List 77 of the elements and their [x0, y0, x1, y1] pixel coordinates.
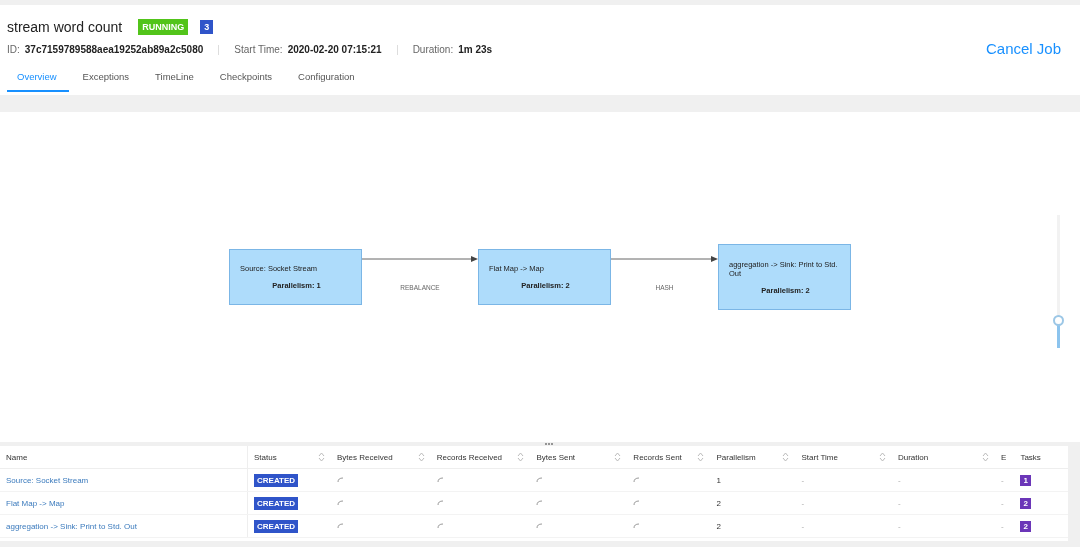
- column-title: Records Sent: [633, 452, 682, 462]
- column-title: Bytes Sent: [536, 452, 576, 462]
- status-badge: RUNNING: [138, 19, 189, 35]
- column-title: Bytes Received: [337, 452, 393, 462]
- loading-icon: [436, 476, 444, 483]
- status-badge: CREATED: [254, 496, 299, 510]
- vertex-name-link[interactable]: Flat Map -> Map: [6, 498, 65, 508]
- start-time: 2020-02-20 07:15:21: [287, 44, 382, 55]
- loading-icon: [633, 499, 641, 506]
- sort-icon[interactable]: [697, 452, 705, 462]
- vertex-name-link[interactable]: Source: Socket Stream: [6, 475, 89, 485]
- duration: 1m 23s: [458, 44, 493, 55]
- loading-icon: [337, 476, 344, 483]
- column-header[interactable]: Records Received: [430, 446, 531, 469]
- column-header[interactable]: Tasks: [1014, 446, 1068, 469]
- loading-icon: [337, 522, 344, 529]
- table-cell: 1: [710, 468, 796, 492]
- sort-icon[interactable]: [517, 452, 525, 462]
- sort-icon[interactable]: [782, 452, 790, 462]
- tab[interactable]: Checkpoints: [209, 67, 285, 92]
- table-cell: -: [891, 514, 995, 538]
- status-badge: CREATED: [254, 473, 299, 487]
- table-cell: -: [994, 514, 1015, 538]
- id-label: ID:: [7, 44, 20, 55]
- column-title: E: [1000, 452, 1007, 462]
- column-title: Start Time: [801, 452, 838, 462]
- job-id: 37c7159789588aea19252ab89a2c5080: [24, 44, 204, 55]
- task-count-badge: 2: [1020, 520, 1031, 532]
- column-header[interactable]: Start Time: [795, 446, 892, 469]
- vertex-name-link[interactable]: aggregation -> Sink: Print to Std. Out: [6, 521, 137, 531]
- column-header[interactable]: Bytes Sent: [530, 446, 628, 469]
- column-title: Duration: [897, 452, 929, 462]
- column-header[interactable]: Name: [0, 446, 248, 469]
- table-cell: -: [795, 491, 892, 515]
- loading-icon: [633, 522, 641, 529]
- sort-icon[interactable]: [878, 452, 886, 462]
- column-header[interactable]: Parallelism: [710, 446, 796, 469]
- status-badge: CREATED: [254, 519, 299, 533]
- loading-icon: [436, 499, 444, 506]
- table-cell: -: [891, 491, 995, 515]
- sort-icon[interactable]: [981, 452, 989, 462]
- column-title: Tasks: [1020, 452, 1041, 462]
- start-time-label: Start Time:: [234, 44, 283, 55]
- count-badge: 3: [200, 20, 214, 34]
- sort-icon[interactable]: [614, 452, 622, 462]
- loading-icon: [536, 499, 544, 506]
- table-cell: -: [795, 468, 892, 492]
- table-cell: 2: [710, 514, 796, 538]
- table-cell: -: [994, 491, 1015, 515]
- tab[interactable]: Configuration: [288, 67, 367, 92]
- tab[interactable]: TimeLine: [145, 67, 206, 92]
- column-header[interactable]: Status: [247, 446, 331, 469]
- column-header[interactable]: Duration: [891, 446, 995, 469]
- column-title: Status: [254, 452, 277, 462]
- loading-icon: [536, 476, 544, 483]
- sort-icon[interactable]: [318, 452, 325, 462]
- tab[interactable]: Exceptions: [72, 67, 142, 92]
- table-cell: -: [891, 468, 995, 492]
- column-title: Name: [6, 452, 28, 462]
- loading-icon: [337, 499, 344, 506]
- column-header[interactable]: E: [994, 446, 1015, 469]
- job-title: stream word count: [7, 19, 123, 35]
- loading-icon: [633, 476, 641, 483]
- column-header[interactable]: Records Sent: [627, 446, 711, 469]
- loading-icon: [536, 522, 544, 529]
- loading-icon: [436, 522, 444, 529]
- column-title: Records Received: [436, 452, 503, 462]
- zoom-slider-handle[interactable]: [1053, 315, 1064, 327]
- task-count-badge: 2: [1020, 497, 1031, 509]
- duration-label: Duration:: [412, 44, 454, 55]
- table-cell: -: [795, 514, 892, 538]
- column-title: Parallelism: [716, 452, 756, 462]
- column-header[interactable]: Bytes Received: [331, 446, 431, 469]
- sort-icon[interactable]: [417, 452, 425, 462]
- table-cell: 2: [710, 491, 796, 515]
- table-cell: -: [994, 468, 1015, 492]
- task-count-badge: 1: [1020, 474, 1031, 486]
